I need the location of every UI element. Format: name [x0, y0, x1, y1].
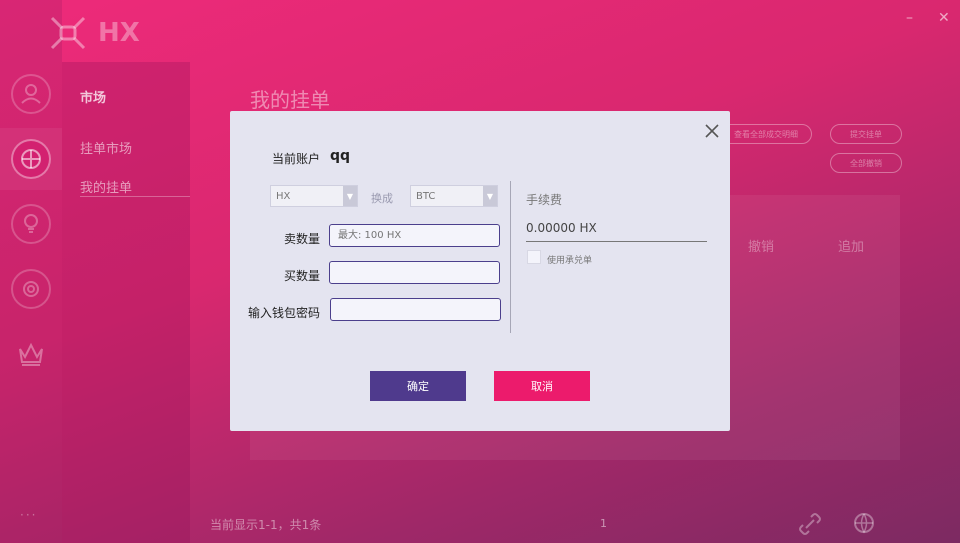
language-globe-icon[interactable] [853, 512, 875, 538]
account-label: 当前账户 [272, 152, 321, 166]
link-icon[interactable] [798, 512, 822, 540]
app-logo: HX [48, 14, 148, 52]
confirm-button[interactable]: 确定 [370, 371, 466, 401]
from-asset-select[interactable]: HX ▼ [270, 185, 358, 207]
market-globe-icon[interactable] [11, 139, 51, 179]
chevron-down-icon: ▼ [483, 186, 497, 206]
nav-active-underline [80, 196, 190, 197]
lightbulb-icon[interactable] [11, 204, 51, 244]
swap-label: 换成 [371, 192, 393, 205]
logo-text: HX [98, 18, 140, 48]
chevron-down-icon: ▼ [343, 186, 357, 206]
nav-header-market: 市场 [80, 91, 107, 106]
submit-order-button[interactable]: 提交挂单 [830, 124, 902, 144]
sub-nav-panel [62, 62, 190, 543]
order-dialog: 当前账户 qq HX ▼ 换成 BTC ▼ 卖数量 买数量 输入钱包密码 手续费… [230, 111, 730, 431]
to-asset-select[interactable]: BTC ▼ [410, 185, 498, 207]
acceptance-label: 使用承兑单 [547, 256, 593, 266]
col-header-cancel: 撤销 [748, 240, 775, 255]
cancel-button[interactable]: 取消 [494, 371, 590, 401]
footer-status: 当前显示1-1，共1条 [210, 518, 322, 532]
from-asset-value: HX [276, 190, 291, 202]
settings-gear-icon[interactable] [11, 269, 51, 309]
fee-underline [526, 241, 707, 242]
buy-amount-input[interactable] [329, 261, 500, 284]
acceptance-checkbox[interactable] [527, 250, 541, 264]
close-dialog-icon[interactable] [703, 122, 721, 140]
nav-item-order-market[interactable]: 挂单市场 [80, 138, 132, 157]
account-value: qq [330, 148, 351, 164]
sell-amount-label: 卖数量 [284, 232, 321, 246]
wallet-password-input[interactable] [330, 298, 501, 321]
more-dots-icon[interactable]: ··· [20, 508, 37, 522]
wallet-password-label: 输入钱包密码 [248, 306, 321, 320]
col-header-add: 追加 [838, 240, 865, 255]
to-asset-value: BTC [416, 190, 436, 202]
user-icon[interactable] [11, 74, 51, 114]
page-title: 我的挂单 [250, 88, 330, 112]
buy-amount-label: 买数量 [284, 269, 321, 283]
fee-value: 0.00000 HX [526, 221, 597, 235]
vertical-divider [510, 181, 511, 333]
page-number[interactable]: 1 [600, 517, 607, 530]
cancel-all-button[interactable]: 全部撤销 [830, 153, 902, 173]
sell-amount-input[interactable] [329, 224, 500, 247]
fee-label: 手续费 [526, 193, 563, 207]
nav-item-my-orders[interactable]: 我的挂单 [80, 177, 132, 196]
view-all-trades-button[interactable]: 查看全部成交明细 [720, 124, 812, 144]
minimize-button[interactable]: – [906, 10, 913, 26]
crown-icon[interactable] [17, 340, 45, 372]
close-window-button[interactable]: ✕ [938, 10, 950, 26]
hx-logo-icon [50, 16, 86, 50]
